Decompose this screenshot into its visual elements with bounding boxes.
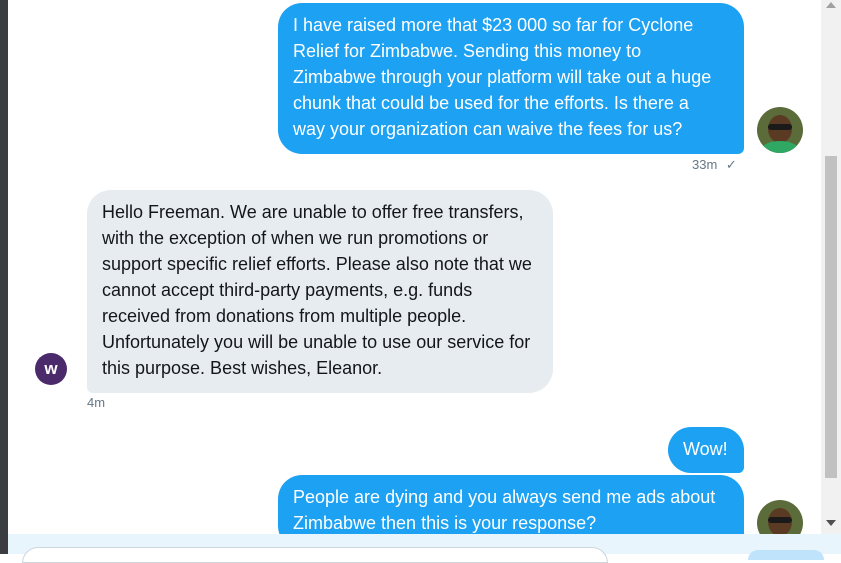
message-line: way your organization can waive the fees… — [293, 119, 683, 139]
message-input[interactable] — [22, 547, 608, 563]
message-bubble-outgoing: Wow! — [668, 427, 744, 473]
message-line: Wow! — [683, 439, 728, 459]
user-avatar[interactable] — [757, 500, 803, 534]
message-line: Zimbabwe then this is your response? — [293, 513, 597, 533]
message-bubble-outgoing: People are dying and you always send me … — [278, 475, 744, 534]
message-line: received from donations from multiple pe… — [102, 306, 467, 326]
message-composer — [8, 534, 841, 563]
message-line: Unfortunately you will be unable to use … — [102, 332, 531, 352]
message-line: Hello Freeman. We are unable to offer fr… — [102, 202, 524, 222]
message-line: with the exception of when we run promot… — [102, 228, 489, 248]
send-button[interactable] — [748, 550, 824, 560]
message-line: Zimbabwe through your platform will take… — [293, 67, 712, 87]
wise-logo-avatar[interactable]: w — [35, 353, 67, 385]
scroll-down-arrow-icon[interactable] — [826, 520, 836, 526]
message-line: cannot accept third-party payments, e.g.… — [102, 280, 473, 300]
user-avatar[interactable] — [757, 107, 803, 153]
time-text: 33m — [692, 157, 718, 172]
message-line: support specific relief efforts. Please … — [102, 254, 532, 274]
message-bubble-outgoing: I have raised more that $23 000 so far f… — [278, 3, 744, 154]
message-line: this purpose. Best wishes, Eleanor. — [102, 358, 383, 378]
conversation-area: I have raised more that $23 000 so far f… — [8, 0, 821, 534]
message-line: I have raised more that $23 000 so far f… — [293, 15, 694, 35]
read-check-icon: ✓ — [725, 157, 737, 172]
scroll-up-arrow-icon[interactable] — [826, 2, 836, 8]
message-timestamp: 33m ✓ — [692, 157, 737, 173]
message-line: People are dying and you always send me … — [293, 487, 716, 507]
vertical-scrollbar[interactable] — [821, 0, 841, 534]
message-line: chunk that could be used for the efforts… — [293, 93, 689, 113]
scrollbar-thumb[interactable] — [825, 156, 837, 478]
message-timestamp: 4m — [87, 395, 106, 410]
window-left-edge — [0, 0, 8, 554]
message-line: Relief for Zimbabwe. Sending this money … — [293, 41, 642, 61]
avatar-letter: w — [44, 359, 58, 378]
message-bubble-incoming: Hello Freeman. We are unable to offer fr… — [87, 190, 553, 393]
